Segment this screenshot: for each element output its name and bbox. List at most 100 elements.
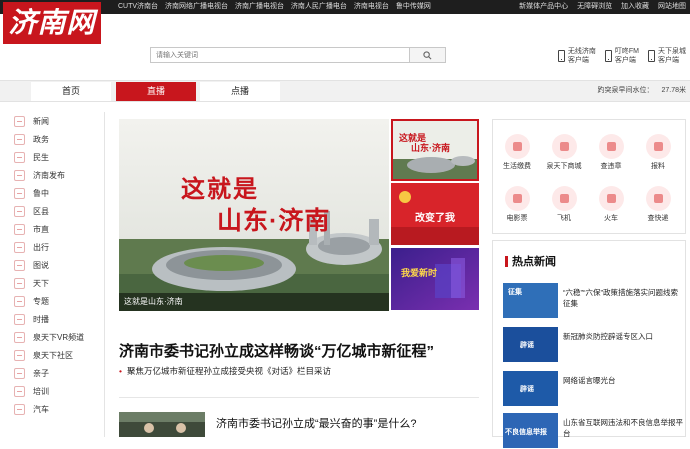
sidebar-item-travel[interactable]: 出行 — [14, 240, 49, 255]
category-icon — [14, 134, 25, 145]
sidebar-item-livelihood[interactable]: 民生 — [14, 150, 49, 165]
sitemap-link[interactable]: 网站地图 — [658, 3, 686, 10]
top-link-3[interactable]: 济南人民广播电台 — [291, 3, 347, 10]
thumb-1-line2: 山东·济南 — [411, 143, 450, 153]
main-headline[interactable]: 济南市委书记孙立成这样畅谈“万亿城市新征程” — [119, 340, 434, 361]
add-favorite-link[interactable]: 加入收藏 — [621, 3, 649, 10]
service-label: 泉天下商城 — [546, 163, 582, 170]
category-icon — [14, 296, 25, 307]
divider — [119, 397, 479, 398]
sidebar-item-pictures[interactable]: 图说 — [14, 258, 49, 273]
search-button[interactable] — [410, 47, 446, 63]
tab-vod[interactable]: 点播 — [200, 82, 280, 101]
tab-live[interactable]: 直播 — [116, 82, 196, 101]
top-link-2[interactable]: 济南广播电视台 — [235, 3, 284, 10]
app-name: 叮咚FM — [614, 48, 639, 55]
new-media-link[interactable]: 新媒体产品中心 — [519, 3, 568, 10]
top-link-4[interactable]: 济南电视台 — [354, 3, 389, 10]
sidebar-item-label: 时播 — [33, 315, 49, 324]
sidebar-item-luzhong[interactable]: 鲁中 — [14, 186, 49, 201]
phone-icon — [604, 50, 612, 62]
service-traffic-violation[interactable]: 查违章 — [589, 134, 633, 171]
airplane-icon — [551, 186, 577, 211]
utility-payment-icon — [504, 134, 530, 159]
sidebar-item-community[interactable]: 泉天下社区 — [14, 348, 73, 363]
hot-news-item-1[interactable]: 征集 “六稳”“六保”政策措施落实问题线索征集 — [503, 283, 683, 319]
category-icon — [14, 116, 25, 127]
sidebar-item-city-depts[interactable]: 市直 — [14, 222, 49, 237]
hero-thumb-2[interactable]: 改变了我 — [391, 183, 479, 245]
hot-news-thumb-text: 辟谣 — [520, 386, 534, 393]
category-icon — [14, 260, 25, 271]
top-link-5[interactable]: 鲁中传媒网 — [396, 3, 431, 10]
hot-news-text: 山东省互联网违法和不良信息举报平台 — [563, 418, 683, 438]
hot-news-text: “六稳”“六保”政策措施落实问题线索征集 — [563, 288, 678, 308]
accessibility-link[interactable]: 无障碍浏览 — [577, 3, 612, 10]
search-input[interactable] — [151, 48, 409, 62]
category-icon — [14, 314, 25, 325]
phone-icon — [557, 50, 565, 62]
app-sub: 客户端 — [567, 57, 589, 64]
category-sidebar: 新闻 政务 民生 济南发布 鲁中 区县 市直 出行 图说 天下 专题 时播 泉天… — [0, 112, 105, 437]
app-downloads: 无线济南 客户端 叮咚FM 客户端 天下泉城 客户端 — [557, 47, 686, 65]
top-bar: CUTV济南台 济南网络广播电视台 济南广播电视台 济南人民广播电台 济南电视台… — [0, 0, 690, 14]
hero-banner[interactable]: 这就是 山东·济南 这就是山东·济南 — [119, 119, 389, 311]
hot-news-item-3[interactable]: 辟谣 网络谣言曝光台 — [503, 371, 683, 407]
hero-thumb-3[interactable]: 我爱新时 — [391, 248, 479, 310]
sidebar-item-label: 培训 — [33, 387, 49, 396]
sidebar-item-government[interactable]: 政务 — [14, 132, 49, 147]
hot-news-panel: 热点新闻 征集 “六稳”“六保”政策措施落实问题线索征集 辟谣 新冠肺炎防控辟谣… — [492, 240, 686, 448]
sidebar-item-label: 天下 — [33, 279, 49, 288]
sidebar-item-label: 泉天下VR频道 — [33, 333, 85, 342]
category-icon — [14, 152, 25, 163]
mall-icon — [551, 134, 577, 159]
sidebar-item-world[interactable]: 天下 — [14, 276, 49, 291]
search-icon — [423, 50, 432, 59]
app-tianxiaquancheng[interactable]: 天下泉城 客户端 — [648, 47, 686, 65]
sidebar-item-parenting[interactable]: 亲子 — [14, 366, 49, 381]
sidebar-item-topics[interactable]: 专题 — [14, 294, 49, 309]
hero-poster-line2: 山东·济南 — [217, 207, 331, 235]
hot-news-item-4[interactable]: 不良信息举报 山东省互联网违法和不良信息举报平台 — [503, 413, 683, 449]
sidebar-item-vr[interactable]: 泉天下VR频道 — [14, 330, 84, 345]
service-mall[interactable]: 泉天下商城 — [542, 134, 586, 171]
category-icon — [14, 278, 25, 289]
hot-news-thumb-text: 征集 — [508, 289, 522, 296]
category-icon — [14, 404, 25, 415]
app-wuxianjinan[interactable]: 无线济南 客户端 — [557, 47, 596, 65]
sidebar-item-auto[interactable]: 汽车 — [14, 402, 49, 417]
sidebar-item-jinan-release[interactable]: 济南发布 — [14, 168, 65, 183]
sidebar-item-label: 区县 — [33, 207, 49, 216]
service-movie-ticket[interactable]: 电影票 — [495, 186, 539, 223]
hot-news-text: 新冠肺炎防控辟谣专区入口 — [563, 332, 653, 341]
sidebar-item-broadcast[interactable]: 时播 — [14, 312, 49, 327]
sidebar-item-label: 市直 — [33, 225, 49, 234]
app-sub: 客户端 — [658, 57, 679, 64]
app-dingdongfm[interactable]: 叮咚FM 客户端 — [604, 47, 639, 65]
service-tipoff[interactable]: 报料 — [636, 134, 680, 171]
sidebar-item-districts[interactable]: 区县 — [14, 204, 49, 219]
service-utility-payment[interactable]: 生活缴费 — [495, 134, 539, 171]
service-express[interactable]: 查快递 — [636, 186, 680, 223]
service-flight[interactable]: 飞机 — [542, 186, 586, 223]
category-icon — [14, 224, 25, 235]
service-label: 电影票 — [506, 215, 528, 222]
category-icon — [14, 242, 25, 253]
sidebar-item-training[interactable]: 培训 — [14, 384, 49, 399]
app-name: 天下泉城 — [658, 48, 686, 55]
hot-news-item-2[interactable]: 辟谣 新冠肺炎防控辟谣专区入口 — [503, 327, 683, 363]
sidebar-item-news[interactable]: 新闻 — [14, 114, 49, 129]
news2-title[interactable]: 济南市委书记孙立成“最兴奋的事”是什么? — [216, 415, 416, 431]
sidebar-item-label: 泉天下社区 — [33, 351, 73, 360]
tab-home[interactable]: 首页 — [31, 82, 111, 101]
service-train[interactable]: 火车 — [589, 186, 633, 223]
hero-thumb-1[interactable]: 这就是 山东·济南 — [391, 119, 479, 181]
thumb-3-text: 我爱新时 — [401, 268, 438, 278]
sub-headline[interactable]: • 聚焦万亿城市新征程孙立成接受央视《对话》栏目采访 — [119, 365, 331, 377]
sidebar-item-label: 出行 — [33, 243, 49, 252]
top-link-1[interactable]: 济南网络广播电视台 — [165, 3, 228, 10]
news2-image[interactable] — [119, 412, 205, 437]
train-icon — [598, 186, 624, 211]
site-logo[interactable]: 济南网 — [3, 2, 101, 44]
top-link-station[interactable]: CUTV济南台 — [118, 3, 158, 10]
